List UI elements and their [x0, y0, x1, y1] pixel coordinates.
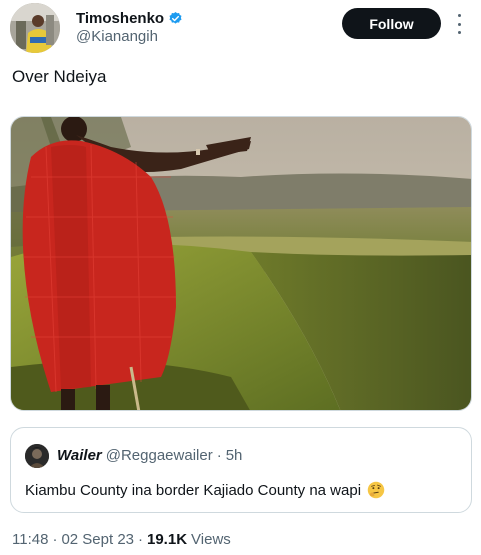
meta-separator: · [138, 531, 143, 548]
views-count[interactable]: 19.1K [147, 531, 187, 548]
views-label: Views [191, 531, 231, 548]
tweet-time[interactable]: 11:48 [12, 531, 48, 548]
quoted-text-row: Kiambu County ina border Kajiado County … [25, 481, 385, 499]
author-handle[interactable]: @Kianangih [76, 28, 158, 45]
tweet-header: Timoshenko @Kianangih Follow [0, 0, 481, 60]
quoted-time[interactable]: 5h [226, 447, 243, 464]
author-avatar[interactable] [10, 3, 60, 53]
author-name-row[interactable]: Timoshenko [76, 10, 183, 27]
tweet-meta: 11:48 · 02 Sept 23 · 19.1K Views [12, 531, 231, 548]
quoted-author-name[interactable]: Wailer [57, 447, 102, 464]
quoted-separator: · [216, 447, 222, 464]
thinking-face-emoji-icon [367, 481, 385, 499]
meta-separator: · [52, 531, 58, 548]
tweet-text: Over Ndeiya [12, 67, 107, 86]
more-vertical-icon[interactable] [452, 14, 466, 34]
quoted-author-avatar[interactable] [25, 444, 49, 468]
quoted-text: Kiambu County ina border Kajiado County … [25, 481, 362, 499]
tweet-date[interactable]: 02 Sept 23 [61, 531, 134, 548]
verified-badge-icon [168, 11, 183, 26]
quoted-author-row: Wailer @Reggaewailer · 5h [57, 447, 242, 464]
quoted-tweet[interactable]: Wailer @Reggaewailer · 5h Kiambu County … [10, 427, 472, 513]
quoted-author-handle[interactable]: @Reggaewailer [106, 447, 213, 464]
author-name[interactable]: Timoshenko [76, 10, 164, 27]
follow-button[interactable]: Follow [342, 8, 441, 39]
tweet-photo[interactable] [10, 116, 472, 411]
